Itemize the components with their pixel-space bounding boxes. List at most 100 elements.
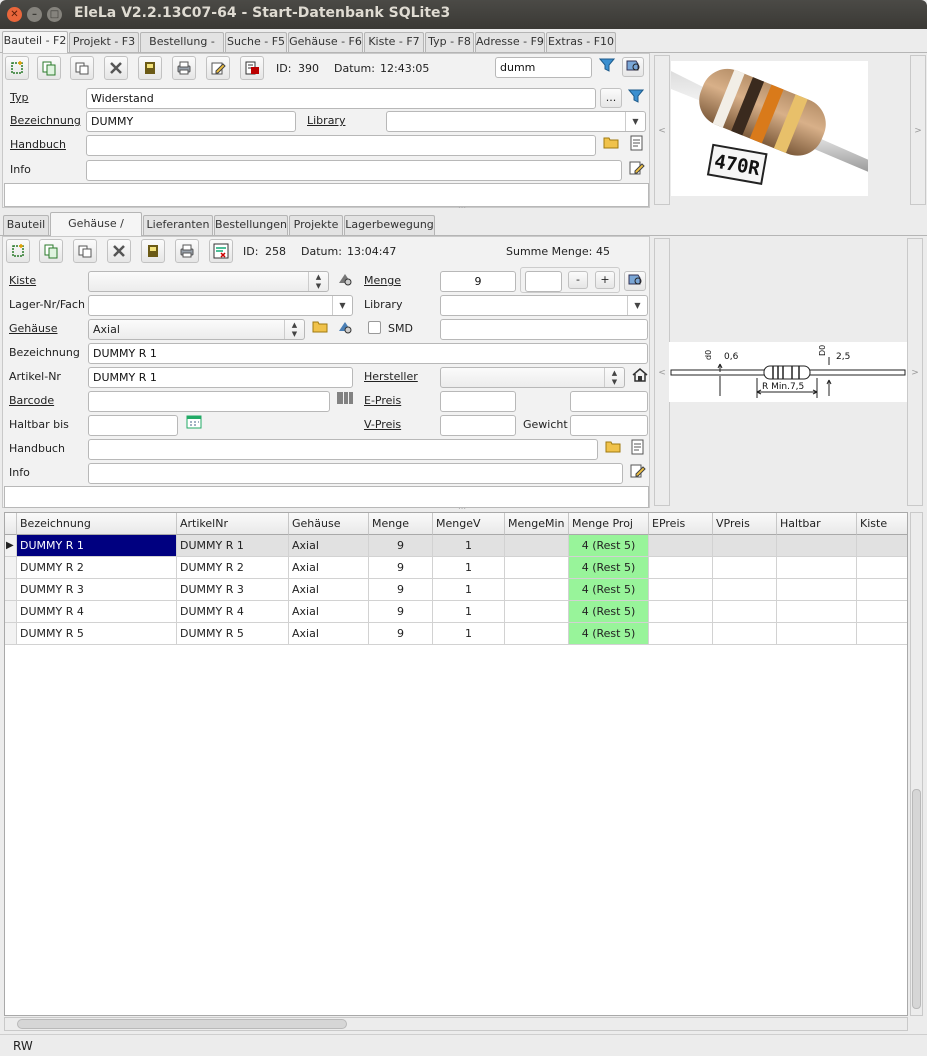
table-cell[interactable] [777,557,857,579]
table-cell[interactable] [777,579,857,601]
table-cell[interactable] [649,579,713,601]
subtab-projekte[interactable]: Projekte [289,215,343,235]
menge-plus-button[interactable]: + [595,271,615,289]
col-header-mengemin[interactable]: MengeMin [505,513,569,535]
lager-note-edit-icon[interactable] [628,463,648,483]
lager-folder-open-icon[interactable] [603,439,623,459]
table-cell[interactable]: DUMMY R 3 [177,579,289,601]
search-db-icon[interactable] [622,57,644,77]
table-cell[interactable] [857,535,907,557]
image-prev-button[interactable]: < [654,55,670,205]
col-header-mengev[interactable]: MengeV [433,513,505,535]
close-window-button[interactable]: ✕ [7,7,22,22]
barcode-input[interactable] [88,391,330,412]
table-cell[interactable] [857,557,907,579]
info-input[interactable] [86,160,622,181]
subtab-gehaeuse-lager[interactable]: Gehäuse / Lager [50,212,142,252]
calendar-icon[interactable] [184,415,204,435]
table-cell[interactable]: DUMMY R 2 [177,557,289,579]
col-header-artikelnr[interactable]: ArtikelNr [177,513,289,535]
lager-duplicate-button[interactable] [73,239,97,263]
table-cell[interactable]: Axial [289,535,369,557]
table-cell[interactable] [713,601,777,623]
table-cell[interactable]: 9 [369,535,433,557]
table-cell[interactable]: Axial [289,557,369,579]
tab-suche[interactable]: Suche - F5 [225,32,287,52]
tab-kiste[interactable]: Kiste - F7 [364,32,424,52]
typ-filter-icon[interactable] [626,88,646,108]
maximize-window-button[interactable]: □ [47,7,62,22]
table-cell[interactable]: 4 (Rest 5) [569,601,649,623]
lager-copy-button[interactable] [39,239,63,263]
lager-notes-area[interactable] [4,486,649,508]
table-cell[interactable]: 4 (Rest 5) [569,535,649,557]
table-cell[interactable]: DUMMY R 5 [17,623,177,645]
table-cell[interactable]: 9 [369,601,433,623]
col-header-kiste[interactable]: Kiste [857,513,907,535]
gehaeuse-combo[interactable]: Axial ▲ ▼ [88,319,305,340]
table-cell[interactable] [857,579,907,601]
gehaeuse-lookup-icon[interactable] [335,319,355,339]
table-cell[interactable]: 1 [433,557,505,579]
copy-button[interactable] [37,56,61,80]
lager-info-input[interactable] [88,463,623,484]
col-header-gehaeuse[interactable]: Gehäuse [289,513,369,535]
document-icon[interactable] [627,135,647,155]
table-cell[interactable] [713,579,777,601]
subtab-lieferanten[interactable]: Lieferanten [143,215,213,235]
menge-delta-input[interactable] [525,271,562,292]
tab-extras[interactable]: Extras - F10 [546,32,616,52]
duplicate-button[interactable] [70,56,94,80]
table-cell[interactable] [505,557,569,579]
package-image-next-button[interactable]: > [907,238,923,506]
table-cell[interactable] [857,601,907,623]
print-icon[interactable] [172,56,196,80]
table-cell[interactable]: 1 [433,601,505,623]
grid-vertical-scroll-thumb[interactable] [912,789,921,1009]
table-cell[interactable] [777,601,857,623]
table-cell[interactable] [649,535,713,557]
epreis-input[interactable] [440,391,516,412]
edit-icon[interactable] [206,56,230,80]
minimize-window-button[interactable]: – [27,7,42,22]
table-cell[interactable]: DUMMY R 2 [17,557,177,579]
folder-open-icon[interactable] [601,135,621,155]
table-cell[interactable]: 1 [433,579,505,601]
filter-icon[interactable] [597,57,617,77]
table-cell[interactable] [713,535,777,557]
lager-handbuch-input[interactable] [88,439,598,460]
hersteller-combo[interactable]: ▲ ▼ [440,367,625,388]
col-header-vpreis[interactable]: VPreis [713,513,777,535]
table-cell[interactable] [649,601,713,623]
table-cell[interactable] [777,535,857,557]
table-cell[interactable] [649,557,713,579]
typ-select-button[interactable]: ... [600,88,622,108]
col-header-menge-proj[interactable]: Menge Proj [569,513,649,535]
table-cell[interactable] [505,601,569,623]
grid-horizontal-scroll-thumb[interactable] [17,1019,347,1029]
barcode-icon[interactable] [335,391,355,411]
table-cell[interactable] [649,623,713,645]
table-cell[interactable] [505,579,569,601]
artikel-nr-input[interactable]: DUMMY R 1 [88,367,353,388]
tab-bauteil[interactable]: Bauteil - F2 [2,31,68,53]
search-input[interactable]: dumm [495,57,592,78]
notes-area[interactable] [4,183,649,207]
table-cell[interactable]: 4 (Rest 5) [569,623,649,645]
gehaeuse-folder-icon[interactable] [310,319,330,339]
table-cell[interactable]: 9 [369,579,433,601]
table-cell[interactable] [505,535,569,557]
table-cell[interactable]: Axial [289,601,369,623]
menge-input[interactable]: 9 [440,271,516,292]
haltbar-input[interactable] [88,415,178,436]
lager-new-button[interactable] [6,239,30,263]
table-cell[interactable] [713,557,777,579]
table-cell[interactable]: DUMMY R 1 [17,535,177,557]
grid-horizontal-scrollbar[interactable] [4,1017,908,1031]
col-header-menge[interactable]: Menge [369,513,433,535]
table-cell[interactable] [505,623,569,645]
library-combo[interactable]: ▼ [386,111,646,132]
kiste-combo[interactable]: ▲ ▼ [88,271,329,292]
table-cell[interactable] [857,623,907,645]
subtab-lagerbewegung[interactable]: Lagerbewegung [344,215,435,235]
